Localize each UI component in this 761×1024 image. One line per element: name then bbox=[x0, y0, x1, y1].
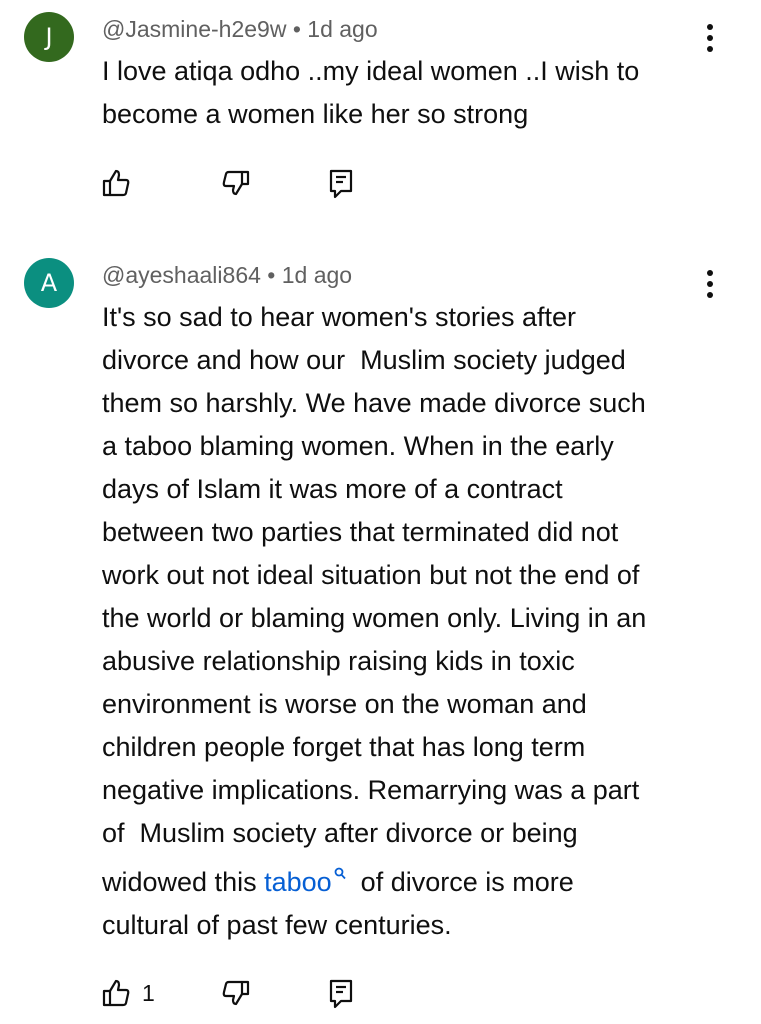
like-button[interactable] bbox=[100, 165, 142, 201]
thumb-up-icon bbox=[102, 169, 130, 197]
comment-text-line: a taboo blaming women. When in the early bbox=[102, 431, 614, 461]
thumb-up-icon bbox=[102, 979, 130, 1007]
comment-text-line: days of Islam it was more of a contract bbox=[102, 474, 563, 504]
search-icon[interactable] bbox=[334, 867, 346, 885]
like-button[interactable]: 1 bbox=[100, 975, 155, 1011]
like-count: 1 bbox=[142, 979, 155, 1006]
dislike-button[interactable] bbox=[218, 165, 252, 201]
comment-text-line: the world or blaming women only. Living … bbox=[102, 603, 647, 633]
reply-button[interactable] bbox=[326, 975, 356, 1011]
comment-text-line: work out not ideal situation but not the… bbox=[102, 560, 640, 590]
separator-dot: • bbox=[292, 16, 301, 42]
dislike-button[interactable] bbox=[218, 975, 252, 1011]
text-fragment: of divorce is more bbox=[345, 867, 574, 897]
comment-text-line: them so harshly. We have made divorce su… bbox=[102, 388, 646, 418]
comment-text-line: between two parties that terminated did … bbox=[102, 517, 619, 547]
username[interactable]: @ayeshaali864 bbox=[102, 262, 261, 288]
comment-text-line: abusive relationship raising kids in tox… bbox=[102, 646, 575, 676]
reply-comment-icon bbox=[329, 979, 353, 1009]
search-link-taboo[interactable]: taboo bbox=[264, 867, 332, 897]
comment-text-line: I love atiqa odho ..my ideal women ..I w… bbox=[102, 56, 640, 86]
thumb-down-icon bbox=[222, 170, 250, 196]
comment-text: It's so sad to hear women's stories afte… bbox=[102, 296, 712, 947]
avatar[interactable]: A bbox=[24, 258, 74, 308]
comment-meta: @Jasmine-h2e9w • 1d ago bbox=[102, 16, 378, 43]
timestamp[interactable]: 1d ago bbox=[307, 16, 377, 42]
text-fragment: widowed this bbox=[102, 867, 265, 897]
comment-text-line: environment is worse on the woman and bbox=[102, 689, 587, 719]
comment-meta: @ayeshaali864 • 1d ago bbox=[102, 262, 352, 289]
reply-comment-icon bbox=[329, 169, 353, 199]
comment-actions bbox=[100, 165, 420, 201]
comment-text-line: children people forget that has long ter… bbox=[102, 732, 586, 762]
timestamp[interactable]: 1d ago bbox=[282, 262, 352, 288]
avatar[interactable]: J bbox=[24, 12, 74, 62]
comment-text-line: cultural of past few centuries. bbox=[102, 910, 452, 940]
comment-text: I love atiqa odho ..my ideal women ..I w… bbox=[102, 50, 712, 136]
comment-text-line: It's so sad to hear women's stories afte… bbox=[102, 302, 577, 332]
comment-text-line: negative implications. Remarrying was a … bbox=[102, 775, 640, 805]
reply-button[interactable] bbox=[326, 165, 356, 201]
comment-text-line: divorce and how our Muslim society judge… bbox=[102, 345, 626, 375]
comment-text-line: of Muslim society after divorce or being bbox=[102, 818, 578, 848]
separator-dot: • bbox=[267, 262, 276, 288]
comment-text-line-with-link: widowed this taboo of divorce is more bbox=[102, 855, 712, 904]
thumb-down-icon bbox=[222, 980, 250, 1006]
username[interactable]: @Jasmine-h2e9w bbox=[102, 16, 286, 42]
comment-text-line: become a women like her so strong bbox=[102, 99, 529, 129]
comment-actions: 1 bbox=[100, 975, 420, 1011]
